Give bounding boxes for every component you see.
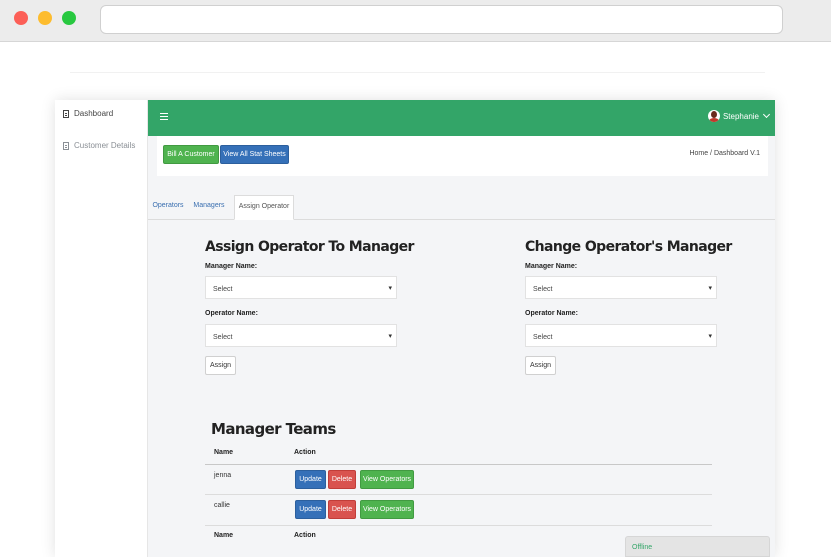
user-name: Stephanie	[722, 111, 759, 121]
tab-managers[interactable]: Managers	[191, 195, 227, 220]
top-navbar: Stephanie	[148, 100, 775, 136]
sidebar-item-dashboard[interactable]: Dashboard	[63, 109, 113, 118]
change-form-title: Change Operator's Manager	[525, 239, 732, 255]
manager-teams-title: Manager Teams	[211, 420, 336, 438]
view-operators-button[interactable]: View Operators	[360, 470, 414, 489]
operator-select[interactable]: Select	[525, 324, 717, 347]
table-divider	[205, 464, 712, 465]
assign-button[interactable]: Assign	[205, 356, 236, 375]
minimize-window-icon[interactable]	[38, 11, 52, 25]
tab-bar: Operators Managers Assign Operator	[148, 195, 775, 220]
avatar	[707, 110, 720, 122]
update-button[interactable]: Update	[295, 500, 326, 519]
document-icon	[63, 141, 69, 150]
assign-button[interactable]: Assign	[525, 356, 556, 375]
close-window-icon[interactable]	[14, 11, 28, 25]
column-header-action: Action	[294, 449, 316, 456]
sidebar-item-label: Customer Details	[74, 141, 136, 150]
tab-operators[interactable]: Operators	[148, 195, 188, 220]
manager-name-label: Manager Name:	[205, 263, 258, 270]
maximize-window-icon[interactable]	[62, 11, 76, 25]
bill-customer-button[interactable]: Bill A Customer	[163, 145, 219, 164]
delete-button[interactable]: Delete	[328, 500, 356, 519]
document-icon	[63, 109, 69, 118]
manager-name-label: Manager Name:	[525, 263, 578, 270]
divider	[70, 72, 765, 73]
table-divider	[205, 494, 712, 495]
tab-assign-operator[interactable]: Assign Operator	[234, 195, 294, 220]
sidebar-item-customer-details[interactable]: Customer Details	[63, 141, 135, 150]
sidebar: Dashboard Customer Details	[55, 100, 148, 557]
table-row-name: jenna	[214, 472, 232, 479]
operator-select[interactable]: Select	[205, 324, 397, 347]
manager-select[interactable]: Select	[525, 276, 717, 299]
sidebar-item-label: Dashboard	[74, 109, 114, 118]
manager-select[interactable]: Select	[205, 276, 397, 299]
column-footer-action: Action	[294, 532, 316, 539]
table-row-name: callie	[214, 502, 230, 509]
view-stat-sheets-button[interactable]: View All Stat Sheets	[220, 145, 289, 164]
action-panel: Bill A Customer View All Stat Sheets Hom…	[157, 136, 768, 176]
chevron-down-icon	[762, 110, 771, 119]
operator-name-label: Operator Name:	[525, 310, 578, 317]
table-divider	[205, 525, 712, 526]
address-bar[interactable]	[100, 5, 783, 34]
column-footer-name: Name	[214, 532, 234, 539]
hamburger-menu-icon[interactable]	[160, 113, 168, 120]
update-button[interactable]: Update	[295, 470, 326, 489]
breadcrumb: Home / Dashboard V.1	[689, 150, 760, 157]
operator-name-label: Operator Name:	[205, 310, 258, 317]
column-header-name: Name	[214, 449, 234, 456]
app-window: Dashboard Customer Details Stephanie Bil…	[55, 100, 775, 557]
view-operators-button[interactable]: View Operators	[360, 500, 414, 519]
browser-toolbar	[0, 0, 831, 42]
assign-form-title: Assign Operator To Manager	[205, 239, 414, 255]
delete-button[interactable]: Delete	[328, 470, 356, 489]
chat-status-widget[interactable]: Offline	[625, 536, 770, 557]
user-menu[interactable]: Stephanie	[707, 110, 771, 122]
